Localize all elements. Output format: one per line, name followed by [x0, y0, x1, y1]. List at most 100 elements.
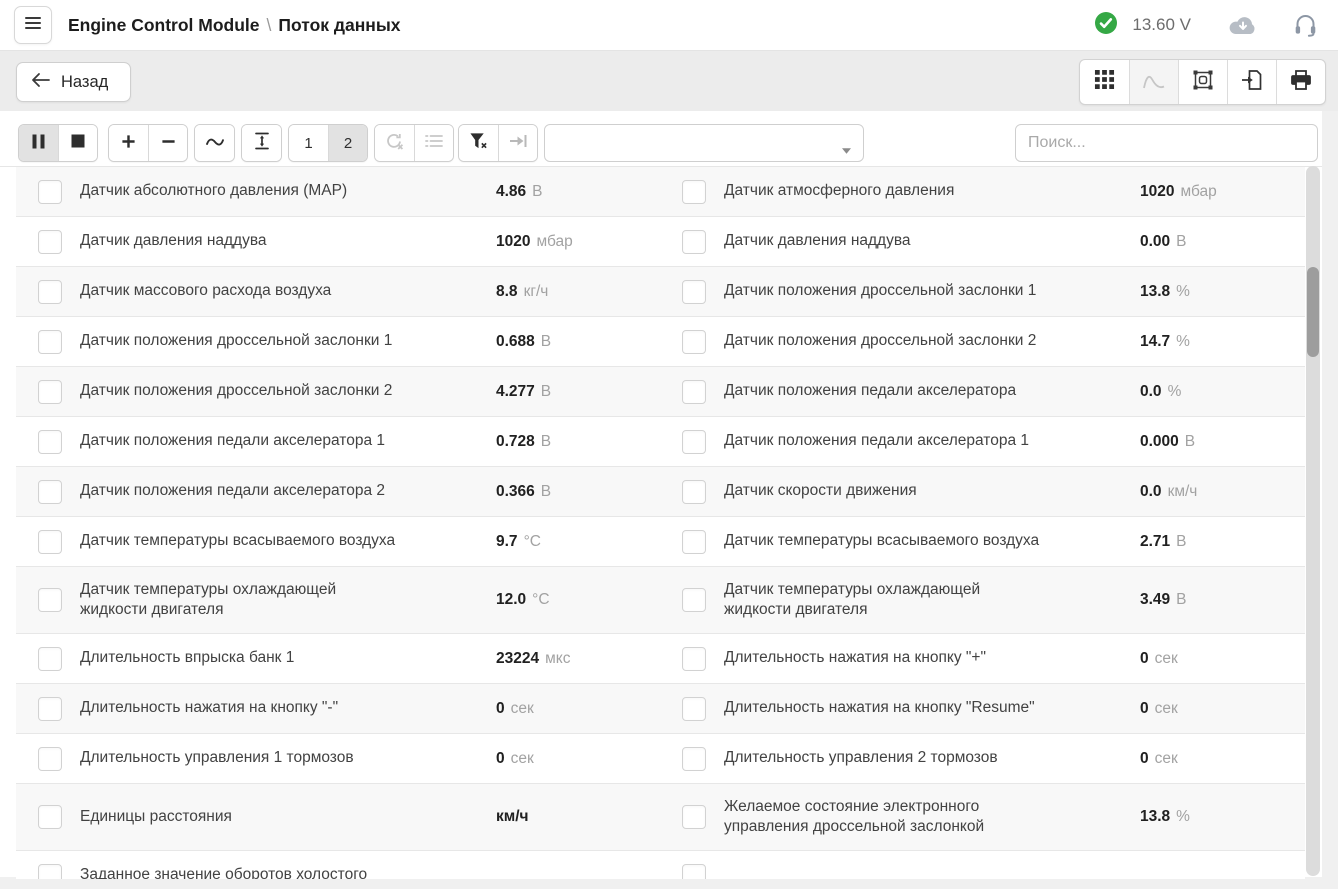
parameter-value: 0.688: [496, 333, 535, 351]
row-checkbox[interactable]: [682, 180, 706, 204]
stop-icon: [71, 134, 85, 152]
parameter-name: Датчик положения педали акселератора 1: [724, 431, 1140, 451]
print-button[interactable]: [1276, 60, 1325, 104]
row-checkbox[interactable]: [682, 380, 706, 404]
row-checkbox[interactable]: [682, 647, 706, 671]
voltage-value: 13.60 V: [1132, 15, 1191, 35]
parameter-unit: мбар: [536, 233, 572, 251]
stream-row: Датчик положения дроссельной заслонки 1 …: [16, 317, 660, 367]
parameter-value: 1020: [1140, 183, 1174, 201]
parameter-name: Длительность нажатия на кнопку "+": [724, 648, 1140, 668]
group-select[interactable]: [544, 124, 864, 162]
list-button[interactable]: [414, 125, 453, 161]
row-checkbox[interactable]: [682, 588, 706, 612]
fit-height-button[interactable]: [242, 125, 281, 161]
chart-view-button[interactable]: [1129, 60, 1178, 104]
row-checkbox[interactable]: [38, 230, 62, 254]
row-checkbox[interactable]: [682, 230, 706, 254]
screen-1-button[interactable]: 1: [289, 125, 328, 161]
selection-frame-icon: [1191, 68, 1215, 97]
parameter-value: 1020: [496, 233, 530, 251]
row-checkbox[interactable]: [38, 480, 62, 504]
row-checkbox[interactable]: [38, 747, 62, 771]
parameter-name: Датчик давления наддува: [80, 231, 496, 251]
row-checkbox[interactable]: [682, 697, 706, 721]
stream-row: Длительность впрыска банк 1 23224 мкс: [16, 634, 660, 684]
scrollbar-track[interactable]: [1306, 166, 1320, 876]
screen-2-button[interactable]: 2: [328, 125, 367, 161]
row-checkbox[interactable]: [38, 805, 62, 829]
row-checkbox[interactable]: [38, 330, 62, 354]
headset-icon[interactable]: [1293, 13, 1318, 37]
row-checkbox[interactable]: [38, 588, 62, 612]
parameter-unit: мкс: [545, 650, 570, 668]
row-checkbox[interactable]: [38, 380, 62, 404]
export-button[interactable]: [1227, 60, 1276, 104]
clear-filter-button[interactable]: [459, 125, 498, 161]
row-checkbox[interactable]: [682, 530, 706, 554]
plus-button[interactable]: [109, 125, 148, 161]
row-checkbox[interactable]: [682, 280, 706, 304]
parameter-name: Датчик давления наддува: [724, 231, 1140, 251]
stream-column-left: Датчик абсолютного давления (MAP) 4.86 В…: [16, 167, 660, 879]
parameter-name: Датчик температуры охлаждающей жидкости …: [80, 580, 496, 621]
parameter-reading: 0 сек: [1140, 650, 1178, 668]
selection-view-button[interactable]: [1178, 60, 1227, 104]
minus-button[interactable]: [148, 125, 187, 161]
row-checkbox[interactable]: [38, 180, 62, 204]
document-import-icon: [1240, 68, 1264, 97]
vertical-fit-icon: [254, 132, 270, 154]
cloud-download-icon[interactable]: [1229, 15, 1257, 35]
parameter-reading: 14.7 %: [1140, 333, 1190, 351]
search-input[interactable]: [1015, 124, 1318, 162]
funnel-x-icon: [469, 132, 488, 154]
list-icon: [425, 134, 443, 152]
parameter-unit: В: [541, 433, 551, 451]
screen-1-label: 1: [304, 135, 312, 152]
row-checkbox[interactable]: [38, 647, 62, 671]
parameter-value: 14.7: [1140, 333, 1170, 351]
parameter-unit: В: [1176, 533, 1186, 551]
row-checkbox[interactable]: [38, 430, 62, 454]
wave-button[interactable]: [195, 125, 234, 161]
pause-icon: [32, 134, 45, 153]
row-checkbox[interactable]: [38, 864, 62, 880]
parameter-unit: В: [1176, 233, 1186, 251]
parameter-value: 4.86: [496, 183, 526, 201]
parameter-value: 0: [496, 700, 505, 718]
row-checkbox[interactable]: [682, 805, 706, 829]
row-checkbox[interactable]: [38, 697, 62, 721]
parameter-reading: 0.000 В: [1140, 433, 1195, 451]
stream-row: Датчик температуры охлаждающей жидкости …: [660, 567, 1305, 634]
scrollbar-thumb[interactable]: [1307, 267, 1319, 357]
parameter-value: 0: [1140, 650, 1149, 668]
parameter-value: 2.71: [1140, 533, 1170, 551]
parameter-value: 13.8: [1140, 808, 1170, 826]
row-checkbox[interactable]: [682, 864, 706, 880]
zoom-group: [108, 124, 188, 162]
parameter-value: 0.728: [496, 433, 535, 451]
reset-values-button[interactable]: [375, 125, 414, 161]
stop-button[interactable]: [58, 125, 97, 161]
row-checkbox[interactable]: [38, 530, 62, 554]
arrow-to-bar-icon: [509, 134, 527, 152]
menu-button[interactable]: [14, 6, 52, 44]
stream-row: Длительность нажатия на кнопку "-" 0 сек: [16, 684, 660, 734]
back-button[interactable]: Назад: [16, 62, 131, 102]
row-checkbox[interactable]: [38, 280, 62, 304]
row-checkbox[interactable]: [682, 747, 706, 771]
stream-row: Единицы расстояния км/ч: [16, 784, 660, 851]
row-checkbox[interactable]: [682, 330, 706, 354]
row-checkbox[interactable]: [682, 480, 706, 504]
parameter-name: Длительность нажатия на кнопку "-": [80, 698, 496, 718]
parameter-reading: 0.728 В: [496, 433, 551, 451]
parameter-name: Датчик температуры всасываемого воздуха: [724, 531, 1140, 551]
parameter-unit: В: [541, 333, 551, 351]
grid-view-button[interactable]: [1080, 60, 1129, 104]
skip-end-button[interactable]: [498, 125, 537, 161]
pause-button[interactable]: [19, 125, 58, 161]
row-checkbox[interactable]: [682, 430, 706, 454]
parameter-name: Заданное значение оборотов холостого: [80, 865, 496, 879]
parameter-reading: 0.366 В: [496, 483, 551, 501]
parameter-name: Датчик положения дроссельной заслонки 2: [724, 331, 1140, 351]
